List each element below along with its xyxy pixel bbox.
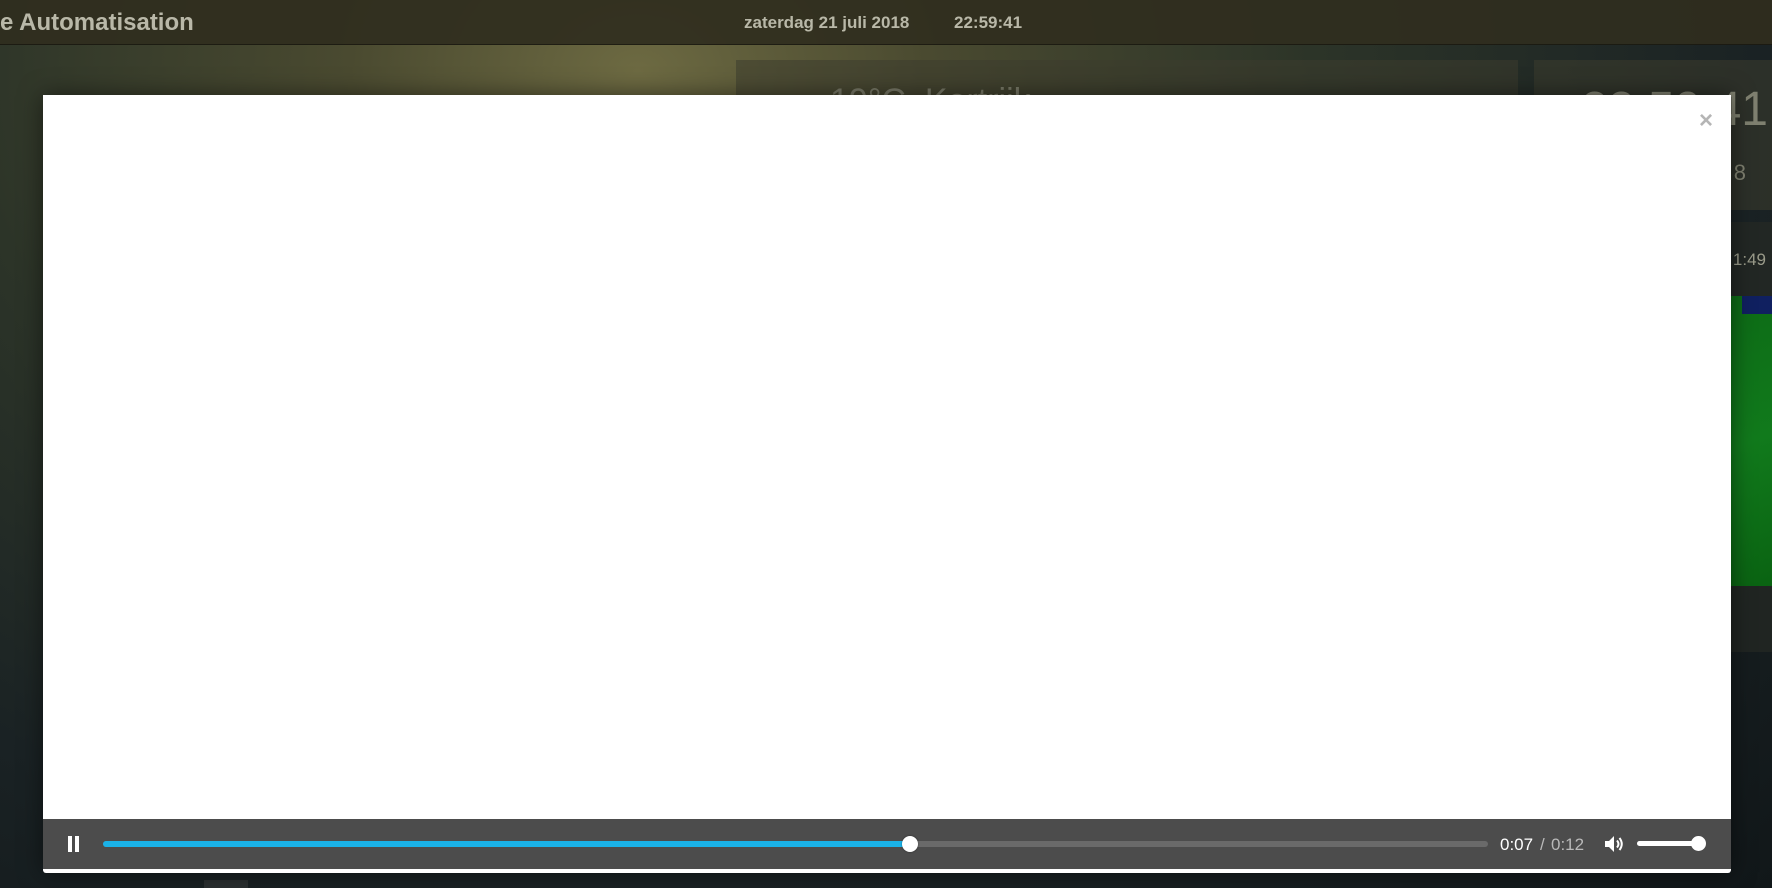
bottom-tab [204, 880, 248, 888]
total-time: 0:12 [1551, 835, 1585, 854]
time-separator: / [1540, 835, 1545, 854]
volume-slider[interactable] [1637, 836, 1706, 851]
clock-date-fragment: 8 [1733, 160, 1746, 185]
top-header-bar: e Automatisation zaterdag 21 juli 2018 2… [0, 0, 1772, 45]
video-modal: × 0:07 / 0:12 [43, 95, 1731, 873]
volume-handle[interactable] [1690, 836, 1706, 851]
video-controls: 0:07 / 0:12 [43, 819, 1731, 869]
header-date: zaterdag 21 juli 2018 [744, 13, 910, 32]
radar-map [1730, 296, 1772, 586]
progress-bar[interactable] [103, 836, 1488, 852]
header-time: 22:59:41 [954, 13, 1023, 32]
close-icon[interactable]: × [1699, 109, 1713, 133]
volume-icon[interactable] [1602, 832, 1626, 856]
current-time: 0:07 [1500, 835, 1534, 854]
progress-fill [103, 841, 911, 847]
volume-fill [1637, 841, 1698, 846]
pause-icon[interactable] [61, 832, 85, 856]
progress-handle[interactable] [902, 836, 919, 852]
video-area[interactable] [43, 95, 1731, 819]
radar-time: 1:49 [1732, 250, 1766, 269]
app-title: e Automatisation [0, 9, 194, 36]
